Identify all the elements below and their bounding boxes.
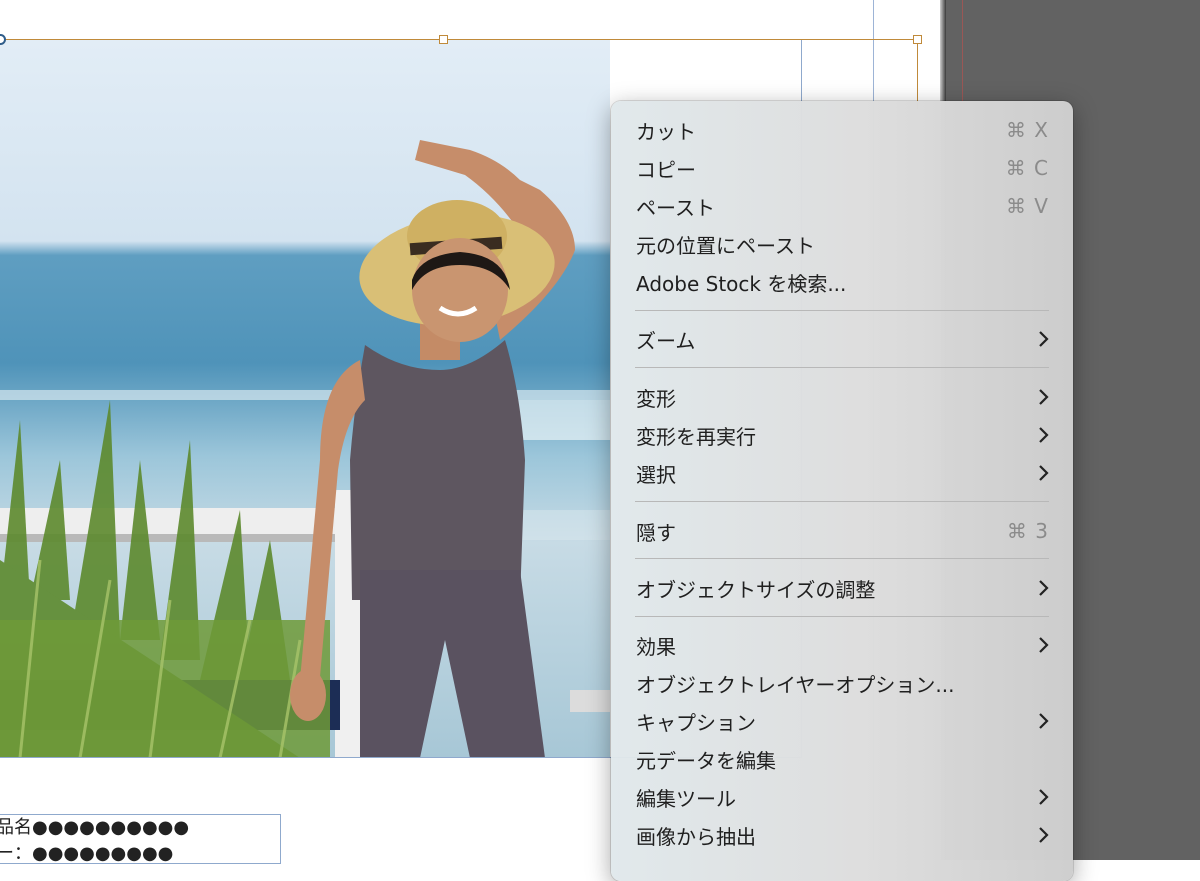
menu-separator	[635, 310, 1049, 311]
menu-item-fitting[interactable]: オブジェクトサイズの調整	[611, 569, 1073, 607]
selection-handle-top-right[interactable]	[913, 35, 922, 44]
chevron-right-icon	[1039, 427, 1049, 443]
menu-item-label: ズーム	[636, 328, 696, 353]
selection-edge-top	[0, 39, 918, 40]
menu-item-object-layer-options[interactable]: オブジェクトレイヤーオプション...	[611, 664, 1073, 702]
selection-handle-top-middle[interactable]	[439, 35, 448, 44]
menu-item-extract-from-image[interactable]: 画像から抽出	[611, 816, 1073, 854]
menu-item-label: キャプション	[636, 710, 756, 735]
menu-item-label: 元の位置にペースト	[636, 233, 815, 258]
menu-item-label: 編集ツール	[636, 786, 736, 811]
menu-item-effects[interactable]: 効果	[611, 626, 1073, 664]
caption-text-frame[interactable]: 品名●●●●●●●●●● ー：●●●●●●●●●	[0, 814, 281, 864]
menu-item-label: オブジェクトサイズの調整	[636, 577, 876, 602]
chevron-right-icon	[1039, 580, 1049, 596]
menu-item-label: 変形	[636, 386, 676, 411]
menu-item-label: 画像から抽出	[636, 824, 756, 849]
menu-item-label: 隠す	[636, 520, 676, 545]
menu-separator	[635, 616, 1049, 617]
chevron-right-icon	[1039, 465, 1049, 481]
menu-item-label: コピー	[636, 157, 696, 182]
menu-item-transform-again[interactable]: 変形を再実行	[611, 416, 1073, 454]
chevron-right-icon	[1039, 713, 1049, 729]
chevron-right-icon	[1039, 637, 1049, 653]
menu-item-copy[interactable]: コピー ⌘ C	[611, 149, 1073, 187]
menu-item-label: ペースト	[636, 195, 715, 220]
menu-item-label: 変形を再実行	[636, 424, 756, 449]
menu-separator	[635, 558, 1049, 559]
menu-item-paste[interactable]: ペースト ⌘ V	[611, 187, 1073, 225]
caption-line-1: 品名●●●●●●●●●●	[0, 817, 190, 838]
menu-item-hide[interactable]: 隠す ⌘ 3	[611, 512, 1073, 550]
menu-item-edit-with[interactable]: 編集ツール	[611, 778, 1073, 816]
selection-edge-right	[917, 39, 918, 109]
menu-item-label: オブジェクトレイヤーオプション...	[636, 672, 955, 697]
chevron-right-icon	[1039, 389, 1049, 405]
menu-item-edit-original[interactable]: 元データを編集	[611, 740, 1073, 778]
menu-item-search-adobe-stock[interactable]: Adobe Stock を検索...	[611, 263, 1073, 301]
chevron-right-icon	[1039, 331, 1049, 347]
menu-item-label: 効果	[636, 634, 676, 659]
menu-item-label: カット	[636, 119, 696, 144]
menu-item-label: 選択	[636, 462, 676, 487]
menu-item-transform[interactable]: 変形	[611, 378, 1073, 416]
menu-item-paste-in-place[interactable]: 元の位置にペースト	[611, 225, 1073, 263]
menu-item-label: Adobe Stock を検索...	[636, 271, 847, 296]
shortcut-label: ⌘ C	[1005, 156, 1049, 180]
menu-item-zoom[interactable]: ズーム	[611, 320, 1073, 358]
menu-separator	[635, 501, 1049, 502]
menu-item-select[interactable]: 選択	[611, 454, 1073, 492]
caption-line-2: ー：●●●●●●●●●	[0, 843, 174, 864]
chevron-right-icon	[1039, 789, 1049, 805]
shortcut-label: ⌘ 3	[1006, 519, 1049, 543]
context-menu: カット ⌘ X コピー ⌘ C ペースト ⌘ V 元の位置にペースト Adobe…	[611, 101, 1073, 881]
menu-separator	[635, 367, 1049, 368]
menu-item-captions[interactable]: キャプション	[611, 702, 1073, 740]
chevron-right-icon	[1039, 827, 1049, 843]
menu-item-cut[interactable]: カット ⌘ X	[611, 111, 1073, 149]
menu-item-label: 元データを編集	[636, 748, 776, 773]
shortcut-label: ⌘ X	[1005, 118, 1049, 142]
shortcut-label: ⌘ V	[1005, 194, 1049, 218]
